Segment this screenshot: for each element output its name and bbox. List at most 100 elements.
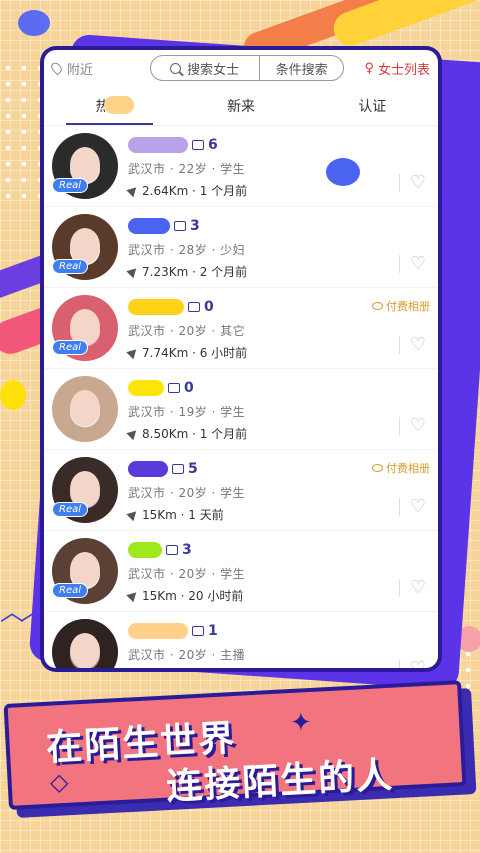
eye-icon [372,464,383,472]
real-badge: Real [52,340,89,355]
album-count: 0 [184,379,194,396]
arrow-icon [126,264,140,278]
name-redacted [128,379,164,396]
arrow-icon [126,588,140,602]
heart-icon[interactable]: ♡ [410,577,426,598]
like-area: ♡ [398,334,426,355]
divider [398,335,400,354]
like-area: ♡ [398,172,426,193]
phone-frame: 附近 搜索女士 条件搜索 ♀ 女士列表 热门 新来 认证 [40,46,442,672]
tab-verified-label: 认证 [358,98,387,115]
real-badge: Real [52,502,89,517]
divider [398,578,400,597]
female-icon: ♀ [364,60,374,76]
decor-yellow-dot-left [0,380,26,410]
location-label: 附近 [67,62,94,78]
paid-album-badge: 付费相册 [372,298,430,314]
app-screen: 附近 搜索女士 条件搜索 ♀ 女士列表 热门 新来 认证 [44,50,438,668]
avatar[interactable] [52,619,118,668]
heart-icon[interactable]: ♡ [410,415,426,436]
user-row[interactable]: Real 6 武汉市 · 22岁 · 学生 2.64Km · 1 个月前 ♡ [44,126,438,207]
search-segment: 搜索女士 条件搜索 [149,55,345,81]
avatar-face [70,390,100,426]
user-row[interactable]: Real 0 武汉市 · 20岁 · 其它 7.74Km · 6 小时前 付费相… [44,288,438,369]
distance-text: 15Km · 1 天前 [142,507,224,522]
avatar[interactable] [52,376,118,442]
heart-icon[interactable]: ♡ [410,172,426,193]
decor-blue-blob [326,158,360,186]
album-count: 3 [182,541,192,558]
tab-bar: 热门 新来 认证 [44,86,438,126]
album-count: 3 [190,217,200,234]
search-button[interactable]: 搜索女士 [151,56,260,80]
divider [398,254,400,273]
tab-verified[interactable]: 认证 [307,86,438,125]
arrow-icon [126,183,140,197]
album-icon [174,220,186,231]
album-icon [192,625,204,636]
album-count: 0 [204,298,214,315]
female-list-button[interactable]: ♀ 女士列表 [364,59,430,78]
search-icon [170,62,182,74]
divider [398,173,400,192]
like-area: ♡ [398,253,426,274]
arrow-icon [126,507,140,521]
distance-text: 7.23Km · 2 个月前 [142,264,248,279]
avatar-face [70,633,100,668]
paid-album-label: 付费相册 [386,300,430,313]
arrow-icon [126,345,140,359]
star-icon: ✦ [290,708,312,738]
heart-icon[interactable]: ♡ [410,253,426,274]
tab-hot[interactable]: 热门 [44,86,175,125]
heart-icon[interactable]: ♡ [410,334,426,355]
user-row[interactable]: Real 0 武汉市 · 19岁 · 学生 8.50Km · 1 个月前 ♡ [44,369,438,450]
like-area: ♡ [398,496,426,517]
user-row[interactable]: Real 1 武汉市 · 20岁 · 主播 16Km · 2 个月前 ♡ [44,612,438,668]
decor-blue-dot [18,10,50,36]
arrow-icon [126,426,140,440]
album-icon [192,139,204,150]
name-redacted [128,136,188,153]
female-list-label: 女士列表 [377,62,430,78]
row-actions: 付费相册 ♡ [350,288,430,368]
filter-label: 条件搜索 [275,62,328,78]
row-actions: ♡ [350,612,430,668]
user-list: Real 6 武汉市 · 22岁 · 学生 2.64Km · 1 个月前 ♡ R… [44,126,438,668]
like-area: ♡ [398,415,426,436]
tab-new[interactable]: 新来 [175,86,306,125]
filter-button[interactable]: 条件搜索 [260,56,344,80]
like-area: ♡ [398,577,426,598]
top-bar: 附近 搜索女士 条件搜索 ♀ 女士列表 [44,50,438,86]
paid-album-label: 付费相册 [386,462,430,475]
row-actions: ♡ [350,207,430,287]
pin-icon [49,60,64,76]
divider [398,416,400,435]
divider [398,659,400,668]
row-actions: 付费相册 ♡ [350,450,430,530]
name-redacted [128,541,162,558]
eye-icon [372,302,383,310]
user-row[interactable]: Real 5 武汉市 · 20岁 · 学生 15Km · 1 天前 付费相册 ♡ [44,450,438,531]
album-icon [168,382,180,393]
name-redacted [128,298,184,315]
location-filter[interactable]: 附近 [49,59,142,78]
distance-text: 15Km · 20 小时前 [142,588,244,603]
row-actions: ♡ [350,369,430,449]
user-row[interactable]: Real 3 武汉市 · 20岁 · 学生 15Km · 20 小时前 ♡ [44,531,438,612]
diamond-icon: ◇ [50,768,69,796]
album-icon [172,463,184,474]
heart-icon[interactable]: ♡ [410,658,426,668]
real-badge: Real [52,583,89,598]
album-count: 5 [188,460,198,477]
decor-scribble [104,96,134,114]
distance-text: 8.50Km · 1 个月前 [142,426,248,441]
search-label: 搜索女士 [187,62,240,78]
paid-album-badge: 付费相册 [372,460,430,476]
heart-icon[interactable]: ♡ [410,496,426,517]
user-row[interactable]: Real 3 武汉市 · 28岁 · 少妇 7.23Km · 2 个月前 ♡ [44,207,438,288]
album-icon [166,544,178,555]
row-actions: ♡ [350,531,430,611]
real-badge: Real [52,259,89,274]
tab-new-label: 新来 [226,98,255,115]
album-count: 1 [208,622,218,639]
